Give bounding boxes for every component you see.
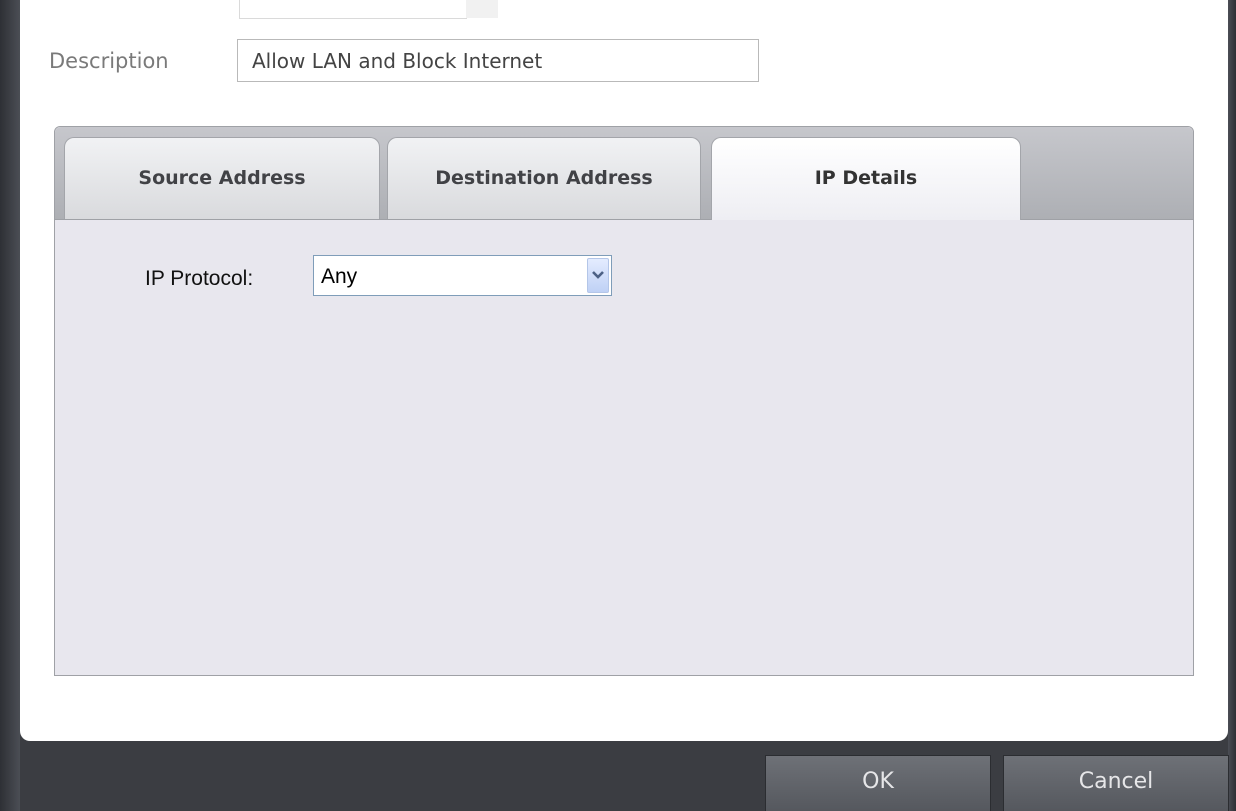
cancel-button[interactable]: Cancel	[1003, 755, 1229, 811]
ok-button[interactable]: OK	[765, 755, 991, 811]
tab-ip-details[interactable]: IP Details	[711, 137, 1021, 220]
ip-protocol-label: IP Protocol:	[145, 267, 254, 290]
chevron-down-icon	[592, 271, 604, 279]
window-frame-right	[1228, 0, 1236, 811]
tab-strip: Source Address Destination Address IP De…	[55, 127, 1193, 220]
partial-input-button[interactable]	[466, 0, 498, 18]
tab-source-address[interactable]: Source Address	[64, 137, 380, 219]
description-label: Description	[49, 49, 169, 73]
dialog-content: Description Source Address Destination A…	[20, 0, 1228, 741]
partial-input-field[interactable]	[239, 0, 467, 19]
description-input[interactable]	[237, 39, 759, 82]
tab-destination-address[interactable]: Destination Address	[387, 137, 701, 219]
dropdown-arrow-button[interactable]	[587, 258, 609, 293]
ip-protocol-value: Any	[321, 265, 358, 288]
window-frame-left	[0, 0, 20, 811]
tab-panel: Source Address Destination Address IP De…	[54, 126, 1194, 676]
ip-protocol-select[interactable]: Any	[313, 255, 612, 296]
